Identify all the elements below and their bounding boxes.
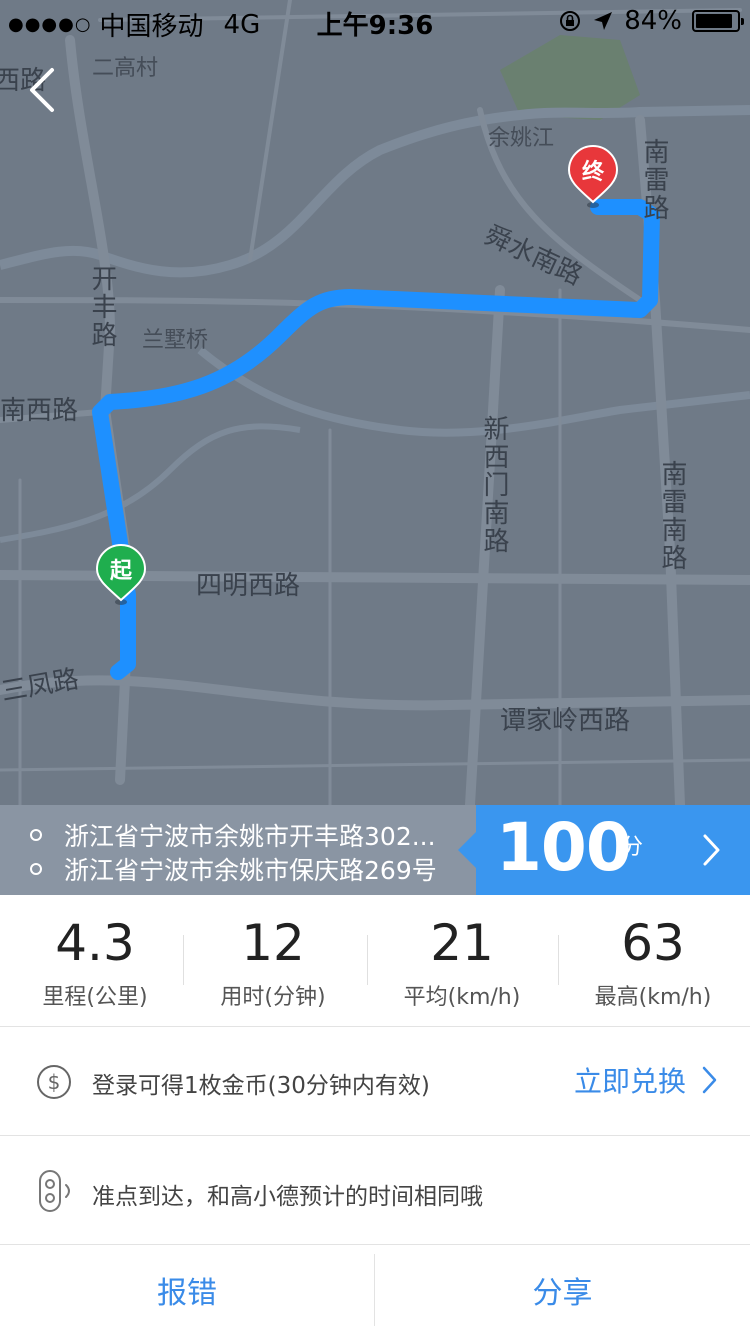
- stat-distance-label: 里程(公里): [42, 985, 148, 1010]
- map-label-nanlei-top: 南雷路: [639, 138, 669, 222]
- redeem-now-label: 立即兑换: [573, 1065, 686, 1098]
- route-origin-text: 浙江省宁波市余姚市开丰路302...: [64, 822, 436, 851]
- route-addresses: 浙江省宁波市余姚市开丰路302... 浙江省宁波市余姚市保庆路269号: [0, 805, 476, 895]
- map-label-erjiaocun: 二高村: [92, 56, 159, 81]
- river-canal: [0, 423, 301, 543]
- status-bar: ●●●●○ 中国移动 4G 上午9:36 84%: [0, 0, 750, 42]
- battery-icon: [692, 10, 744, 32]
- map-label-nanxilu: 南西路: [0, 396, 79, 426]
- route-destination-text: 浙江省宁波市余姚市保庆路269号: [64, 856, 437, 885]
- map-label-xinximen: 新西门南路: [479, 415, 509, 555]
- arrival-tip-row: 准点到达，和高小德预计的时间相同哦: [0, 1137, 750, 1245]
- stat-max-speed-label: 最高(km/h): [594, 985, 712, 1010]
- network-type: 4G: [223, 9, 261, 40]
- route-destination: 浙江省宁波市余姚市保庆路269号: [30, 851, 437, 887]
- trip-stats: 4.3 里程(公里) 12 用时(分钟) 21 平均(km/h) 63 最高(k…: [0, 895, 750, 1027]
- svg-text:$: $: [48, 1070, 61, 1094]
- stat-divider: [183, 935, 184, 985]
- stat-duration-value: 12: [241, 914, 305, 972]
- chevron-right-icon: [702, 1066, 717, 1094]
- voice-assistant-icon: [39, 1170, 70, 1212]
- svg-text:起: 起: [109, 559, 133, 584]
- origin-dot-icon: [30, 829, 42, 841]
- dollar-coin-icon: $: [37, 1065, 71, 1099]
- report-error-button[interactable]: 报错: [0, 1246, 374, 1334]
- battery-percent: 84%: [624, 6, 682, 36]
- route-summary-bar: 浙江省宁波市余姚市开丰路302... 浙江省宁波市余姚市保庆路269号 100 …: [0, 805, 750, 895]
- stat-average-speed: 21 平均(km/h): [372, 915, 552, 1011]
- stat-duration: 12 用时(分钟): [188, 915, 358, 1011]
- back-button[interactable]: [22, 62, 70, 118]
- coin-reward-text: 登录可得1枚金币(30分钟内有效): [92, 1073, 430, 1099]
- stat-divider: [558, 935, 559, 985]
- arrival-tip-text: 准点到达，和高小德预计的时间相同哦: [92, 1184, 483, 1210]
- location-arrow-icon: [594, 12, 613, 30]
- map-label-lanyeqiao: 兰墅桥: [142, 328, 209, 353]
- stat-max-speed-value: 63: [621, 914, 685, 972]
- driving-score-unit: 分: [621, 835, 644, 860]
- redeem-now-link[interactable]: 立即兑换: [574, 1060, 718, 1100]
- map-label-tanjialing: 谭家岭西路: [500, 706, 631, 736]
- map-label-nanlei-right: 南雷南路: [657, 460, 687, 572]
- driving-score-button[interactable]: 100 分: [458, 805, 750, 895]
- svg-text:终: 终: [582, 159, 605, 185]
- carrier-name: 中国移动: [99, 12, 204, 42]
- stat-distance: 4.3 里程(公里): [10, 915, 180, 1011]
- bottom-actions: 报错 分享: [0, 1246, 750, 1334]
- signal-strength-icon: ●●●●○: [8, 14, 92, 35]
- map-view[interactable]: 起 终 二高村 西路 余姚江 南雷路 舜水南路 开丰路 兰墅桥 南西路 新西门南…: [0, 0, 750, 805]
- end-marker: 终: [567, 145, 619, 208]
- river-branch: [197, 346, 750, 437]
- stat-duration-label: 用时(分钟): [220, 985, 326, 1010]
- route-origin: 浙江省宁波市余姚市开丰路302...: [30, 817, 436, 853]
- stat-divider: [367, 935, 368, 985]
- stat-max-speed: 63 最高(km/h): [563, 915, 743, 1011]
- start-marker: 起: [95, 544, 147, 605]
- stat-average-speed-label: 平均(km/h): [403, 985, 521, 1010]
- coin-reward-row: $ 登录可得1枚金币(30分钟内有效) 立即兑换: [0, 1028, 750, 1136]
- chevron-left-icon: [30, 68, 54, 112]
- rotation-lock-icon: [560, 11, 581, 31]
- driving-score-value: 100: [496, 809, 632, 886]
- map-label-kaifeng: 开丰路: [87, 265, 117, 349]
- stat-distance-value: 4.3: [55, 914, 135, 972]
- destination-dot-icon: [30, 863, 42, 875]
- map-canvas: 起 终: [0, 0, 750, 805]
- stat-average-speed-value: 21: [430, 914, 494, 972]
- map-label-siming: 四明西路: [196, 571, 301, 601]
- park-area: [500, 35, 640, 120]
- share-button[interactable]: 分享: [375, 1246, 750, 1334]
- chevron-right-icon: [703, 834, 720, 866]
- map-label-yuyaojiang: 余姚江: [488, 126, 555, 151]
